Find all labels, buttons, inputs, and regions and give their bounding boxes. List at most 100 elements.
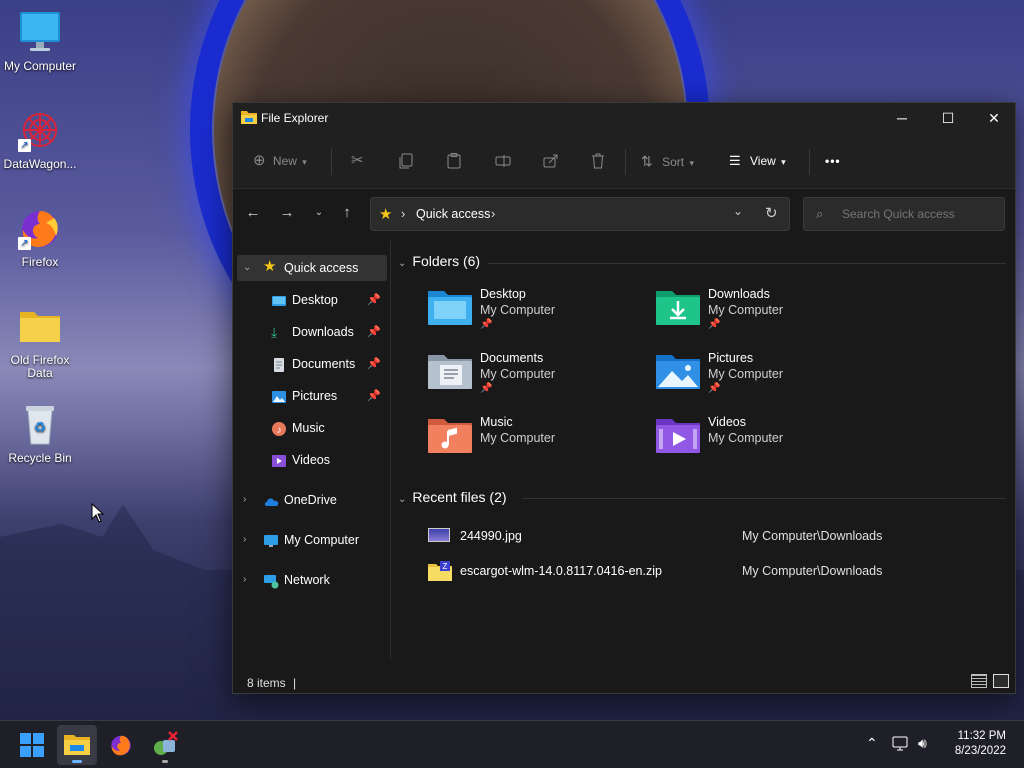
folder-location: My Computer — [708, 431, 784, 445]
desktop-icon-label: Recycle Bin — [8, 451, 72, 465]
more-options-button[interactable]: ••• — [825, 149, 841, 173]
folder-icon — [16, 302, 64, 350]
desktop-icon-my-computer[interactable]: My Computer — [0, 8, 80, 73]
sidebar-item-quick-access[interactable]: ⌄ ★ Quick access — [237, 255, 387, 281]
recent-files-section-title: Recent files (2) — [412, 489, 507, 505]
recent-file-row[interactable]: 244990.jpg My Computer\Downloads — [422, 523, 1002, 549]
new-button-label: New — [272, 154, 297, 168]
volume-icon[interactable]: 🔊︎ — [918, 735, 927, 752]
sidebar-item-label: Music — [292, 421, 325, 435]
sidebar-item-documents[interactable]: Documents 📌 — [237, 351, 387, 377]
sidebar-item-downloads[interactable]: ⤓ Downloads 📌 — [237, 319, 387, 345]
svg-text:♻: ♻ — [34, 419, 47, 435]
title-bar[interactable]: File Explorer ─ ☐ ✕ — [233, 103, 1015, 133]
rename-button[interactable] — [495, 149, 511, 173]
recent-locations-button[interactable]: ⌄ — [307, 201, 331, 225]
scissors-icon: ✂ — [351, 152, 364, 169]
breadcrumb-quick-access[interactable]: Quick access — [416, 207, 490, 221]
back-button[interactable]: ← — [241, 201, 265, 225]
cut-button[interactable]: ✂ — [351, 149, 364, 173]
details-view-button[interactable] — [971, 674, 987, 688]
folder-tile-documents[interactable]: Documents My Computer 📌 — [428, 351, 648, 407]
folder-name: Videos — [708, 415, 746, 429]
chevron-right-icon[interactable]: › — [243, 487, 246, 513]
sort-button[interactable]: ⇅ Sort ▾ — [641, 149, 694, 173]
start-button[interactable] — [12, 725, 52, 765]
search-input[interactable] — [842, 206, 998, 222]
maximize-button[interactable]: ☐ — [925, 103, 971, 133]
sidebar-item-label: Network — [284, 573, 330, 587]
sidebar-item-music[interactable]: ♪ Music — [237, 415, 387, 441]
address-dropdown-button[interactable]: ⌄ — [733, 204, 743, 218]
sidebar-item-label: Pictures — [292, 389, 338, 403]
breadcrumb-separator[interactable]: › — [491, 206, 495, 221]
file-explorer-icon — [64, 735, 90, 755]
music-icon: ♪ — [271, 420, 287, 436]
taskbar: ⌃ 🔊︎ 11:32 PM 8/23/2022 — [0, 720, 1024, 768]
view-button-label: View — [750, 154, 776, 168]
folder-tile-desktop[interactable]: Desktop My Computer 📌 — [428, 287, 648, 343]
forward-button[interactable]: → — [275, 201, 299, 225]
desktop-icon-firefox[interactable]: ↗ Firefox — [0, 204, 80, 269]
sidebar-item-label: Videos — [292, 453, 330, 467]
share-button[interactable] — [543, 149, 559, 173]
picture-icon — [271, 388, 287, 404]
navigation-bar: ← → ⌄ ↑ ★ › Quick access › ⌄ ↻ ⌕ — [233, 189, 1015, 239]
chevron-down-icon: ⌄ — [314, 207, 324, 218]
sidebar-item-my-computer[interactable]: › My Computer — [237, 527, 387, 553]
sidebar-item-onedrive[interactable]: › OneDrive — [237, 487, 387, 513]
sort-icon: ⇅ — [641, 153, 653, 169]
folder-tile-videos[interactable]: Videos My Computer — [656, 415, 876, 471]
paste-button[interactable] — [447, 149, 461, 173]
taskbar-firefox[interactable] — [101, 725, 141, 765]
chevron-right-icon[interactable]: › — [243, 527, 246, 553]
desktop-folder-icon — [428, 287, 472, 325]
desktop-icon-old-firefox-data[interactable]: Old Firefox Data — [0, 302, 80, 380]
sidebar-item-network[interactable]: › Network — [237, 567, 387, 593]
sidebar-item-pictures[interactable]: Pictures 📌 — [237, 383, 387, 409]
chevron-up-icon[interactable]: ⌃ — [866, 735, 878, 752]
chevron-down-icon: ▾ — [689, 158, 694, 168]
copy-button[interactable] — [399, 149, 413, 173]
sidebar-item-videos[interactable]: Videos — [237, 447, 387, 473]
search-box[interactable]: ⌕ — [803, 197, 1005, 231]
command-bar: ⊕ New ▾ ✂ ⇅ Sort ▾ ☰ View ▾ ••• — [233, 133, 1015, 189]
system-clock[interactable]: 11:32 PM 8/23/2022 — [955, 729, 1006, 759]
folder-tile-pictures[interactable]: Pictures My Computer 📌 — [656, 351, 876, 407]
status-bar: 8 items | — [233, 669, 1015, 693]
taskbar-app[interactable] — [145, 725, 185, 765]
minimize-button[interactable]: ─ — [879, 103, 925, 133]
address-bar[interactable]: ★ › Quick access › ⌄ ↻ — [370, 197, 790, 231]
folder-tile-music[interactable]: Music My Computer — [428, 415, 648, 471]
delete-button[interactable] — [591, 149, 605, 173]
recent-file-row[interactable]: Z escargot-wlm-14.0.8117.0416-en.zip My … — [422, 558, 1002, 584]
close-button[interactable]: ✕ — [971, 103, 1017, 133]
network-icon — [263, 572, 279, 589]
recent-file-path: My Computer\Downloads — [742, 529, 883, 543]
folder-tile-downloads[interactable]: Downloads My Computer 📌 — [656, 287, 876, 343]
recent-files-section-header[interactable]: ⌄ Recent files (2) — [398, 489, 507, 505]
taskbar-file-explorer[interactable] — [57, 725, 97, 765]
network-icon[interactable] — [892, 736, 910, 755]
chevron-down-icon[interactable]: ⌄ — [243, 255, 251, 281]
clock-time: 11:32 PM — [957, 730, 1006, 742]
toolbar-divider — [331, 149, 332, 175]
desktop-icon-datawagon[interactable]: ↗ DataWagon... — [0, 106, 80, 171]
arrow-left-icon: ← — [245, 204, 261, 221]
refresh-icon[interactable]: ↻ — [765, 204, 778, 222]
large-icons-view-button[interactable] — [993, 674, 1009, 688]
view-button[interactable]: ☰ View ▾ — [729, 149, 786, 173]
sidebar-item-label: Documents — [292, 357, 356, 371]
star-icon: ★ — [379, 206, 393, 223]
plus-circle-icon: ⊕ — [253, 152, 266, 169]
app-icon — [154, 731, 178, 755]
recent-file-name: 244990.jpg — [460, 529, 522, 543]
recycle-bin-icon: ♻ — [16, 400, 64, 448]
new-button[interactable]: ⊕ New ▾ — [253, 149, 307, 173]
desktop-icon-label: Firefox — [21, 255, 59, 269]
folders-section-header[interactable]: ⌄ Folders (6) — [398, 253, 480, 269]
sidebar-item-desktop[interactable]: Desktop 📌 — [237, 287, 387, 313]
desktop-icon-recycle-bin[interactable]: ♻ Recycle Bin — [0, 400, 80, 465]
up-button[interactable]: ↑ — [335, 201, 359, 225]
chevron-right-icon[interactable]: › — [243, 567, 246, 593]
